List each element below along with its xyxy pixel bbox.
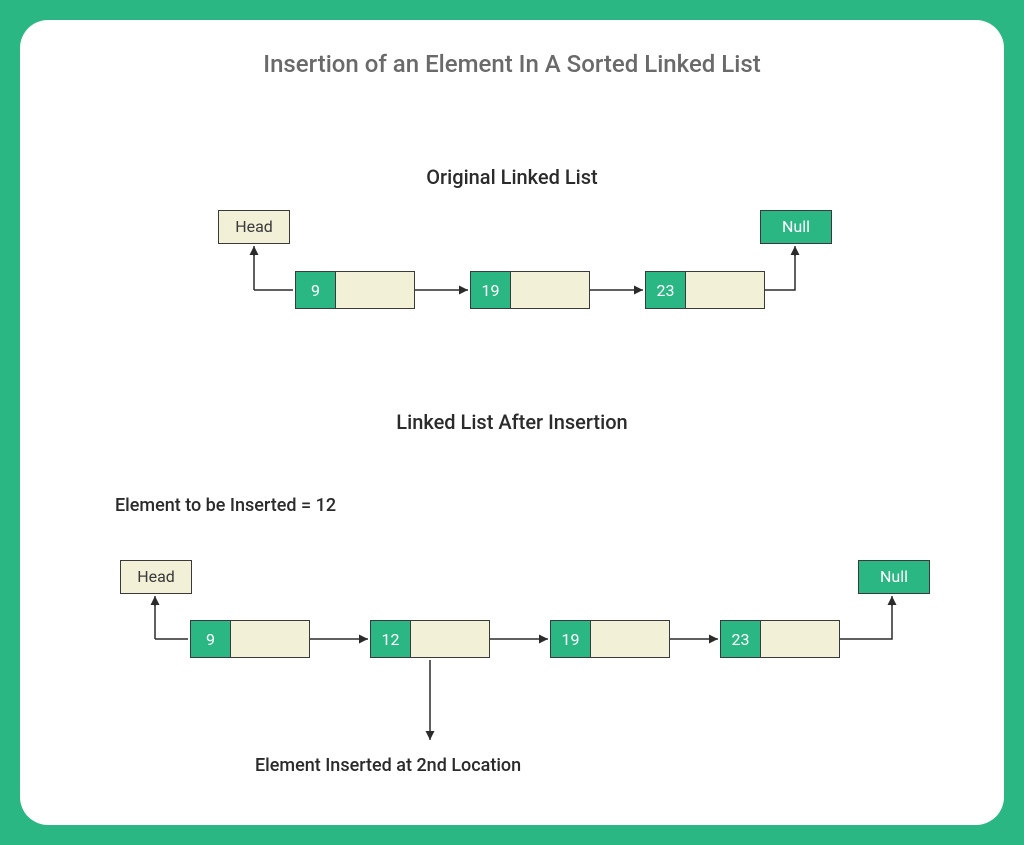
node-1-1: 19	[470, 271, 590, 309]
original-heading: Original Linked List	[20, 165, 1004, 189]
node-pointer	[591, 621, 669, 657]
null-label-2: Null	[858, 560, 930, 594]
node-pointer	[411, 621, 489, 657]
insert-text: Element to be Inserted = 12	[115, 495, 336, 516]
node-pointer	[686, 272, 764, 308]
node-value: 23	[721, 621, 761, 657]
node-1-0: 9	[295, 271, 415, 309]
head-label-2: Head	[120, 560, 192, 594]
node-value: 12	[371, 621, 411, 657]
after-heading: Linked List After Insertion	[20, 410, 1004, 434]
node-1-2: 23	[645, 271, 765, 309]
head-label-1: Head	[218, 210, 290, 244]
node-pointer	[336, 272, 414, 308]
main-title: Insertion of an Element In A Sorted Link…	[20, 50, 1004, 78]
caption: Element Inserted at 2nd Location	[255, 755, 521, 776]
diagram-panel: Insertion of an Element In A Sorted Link…	[20, 20, 1004, 825]
node-value: 9	[191, 621, 231, 657]
node-2-0: 9	[190, 620, 310, 658]
node-pointer	[231, 621, 309, 657]
node-value: 23	[646, 272, 686, 308]
node-2-3: 23	[720, 620, 840, 658]
node-value: 9	[296, 272, 336, 308]
node-value: 19	[471, 272, 511, 308]
node-pointer	[511, 272, 589, 308]
node-pointer	[761, 621, 839, 657]
null-label-1: Null	[760, 210, 832, 244]
node-value: 19	[551, 621, 591, 657]
node-2-2: 19	[550, 620, 670, 658]
node-2-1: 12	[370, 620, 490, 658]
